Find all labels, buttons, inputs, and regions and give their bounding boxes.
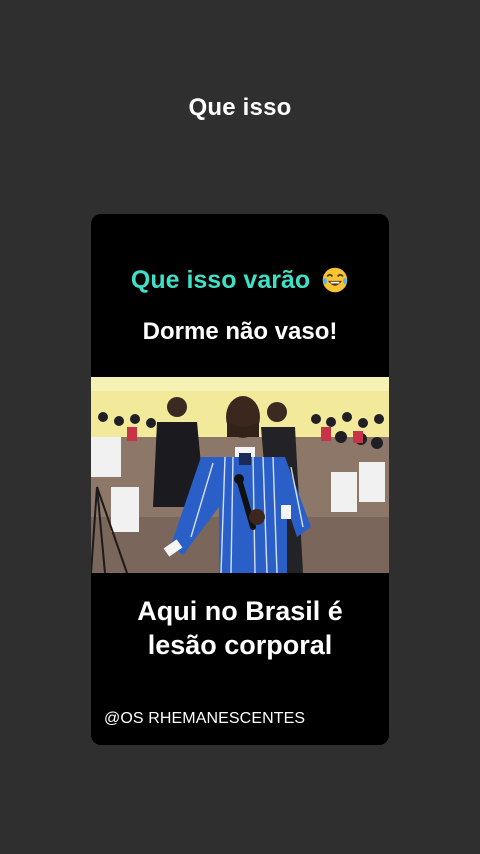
story-view: Que isso Que isso varão Dorme não vaso! bbox=[0, 0, 480, 854]
tears-of-joy-emoji-icon bbox=[322, 267, 348, 293]
card-bottom-line-2: lesão corporal bbox=[147, 630, 333, 660]
channel-handle: @OS RHEMANESCENTES bbox=[104, 710, 306, 727]
card-bottom-text: Aqui no Brasil é lesão corporal bbox=[91, 594, 389, 662]
video-card[interactable]: Que isso varão Dorme não vaso! Aqui no B… bbox=[91, 214, 389, 745]
card-bottom-line-1: Aqui no Brasil é bbox=[137, 596, 343, 626]
card-headline-text: Que isso varão bbox=[130, 266, 311, 294]
card-headline: Que isso varão bbox=[91, 266, 389, 295]
card-subheadline: Dorme não vaso! bbox=[142, 318, 338, 345]
story-caption: Que isso bbox=[188, 94, 292, 121]
video-frame-image[interactable] bbox=[91, 377, 389, 573]
